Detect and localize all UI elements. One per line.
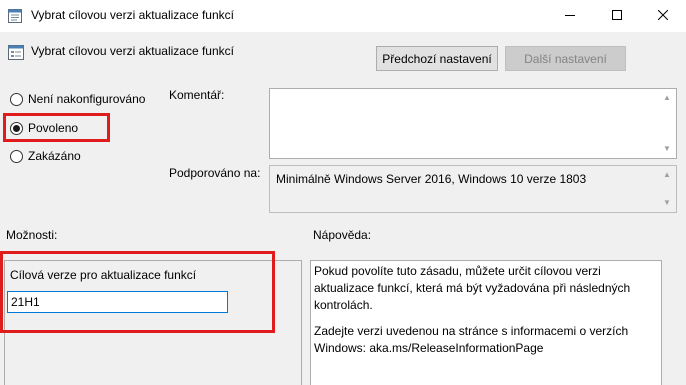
help-paragraph: Zadejte verzi uvedenou na stránce s info… bbox=[314, 324, 629, 355]
radio-circle bbox=[10, 92, 23, 106]
highlight-box-options bbox=[0, 251, 275, 333]
options-heading: Možnosti: bbox=[6, 228, 58, 242]
help-paragraph: Pokud povolíte tuto zásadu, můžete určit… bbox=[314, 264, 631, 312]
minimize-button[interactable] bbox=[547, 0, 593, 31]
scroll-up-icon[interactable]: ▲ bbox=[663, 171, 671, 179]
window-title: Vybrat cílovou verzi aktualizace funkcí bbox=[31, 8, 234, 22]
radio-not-configured[interactable]: Není nakonfigurováno bbox=[10, 92, 145, 106]
comment-label: Komentář: bbox=[169, 88, 225, 102]
radio-disabled[interactable]: Zakázáno bbox=[10, 149, 81, 163]
supported-on-label: Podporováno na: bbox=[169, 166, 261, 180]
help-scrollbar[interactable] bbox=[670, 260, 686, 385]
scroll-up-icon[interactable]: ▲ bbox=[663, 94, 671, 102]
maximize-icon bbox=[612, 9, 622, 23]
policy-window-icon bbox=[8, 9, 22, 23]
close-button[interactable] bbox=[640, 0, 686, 31]
radio-circle bbox=[10, 149, 23, 163]
comment-scrollbar[interactable]: ▲ ▼ bbox=[659, 90, 675, 157]
supported-on-value: Minimálně Windows Server 2016, Windows 1… bbox=[276, 172, 587, 186]
highlight-box-enabled bbox=[3, 113, 110, 142]
scroll-down-icon[interactable]: ▼ bbox=[663, 199, 671, 207]
setting-title: Vybrat cílovou verzi aktualizace funkcí bbox=[31, 44, 234, 58]
previous-setting-button[interactable]: Předchozí nastavení bbox=[376, 46, 498, 71]
maximize-button[interactable] bbox=[594, 0, 640, 31]
comment-textarea[interactable]: ▲ ▼ bbox=[269, 88, 677, 159]
scroll-down-icon[interactable]: ▼ bbox=[663, 145, 671, 153]
help-heading: Nápověda: bbox=[313, 228, 372, 242]
radio-label: Není nakonfigurováno bbox=[28, 92, 146, 106]
policy-setting-icon bbox=[8, 45, 24, 60]
next-setting-button[interactable]: Další nastavení bbox=[505, 46, 626, 71]
radio-label: Zakázáno bbox=[28, 149, 81, 163]
supported-scrollbar[interactable]: ▲ ▼ bbox=[659, 167, 675, 211]
minimize-icon bbox=[565, 9, 575, 23]
close-icon bbox=[657, 9, 669, 23]
